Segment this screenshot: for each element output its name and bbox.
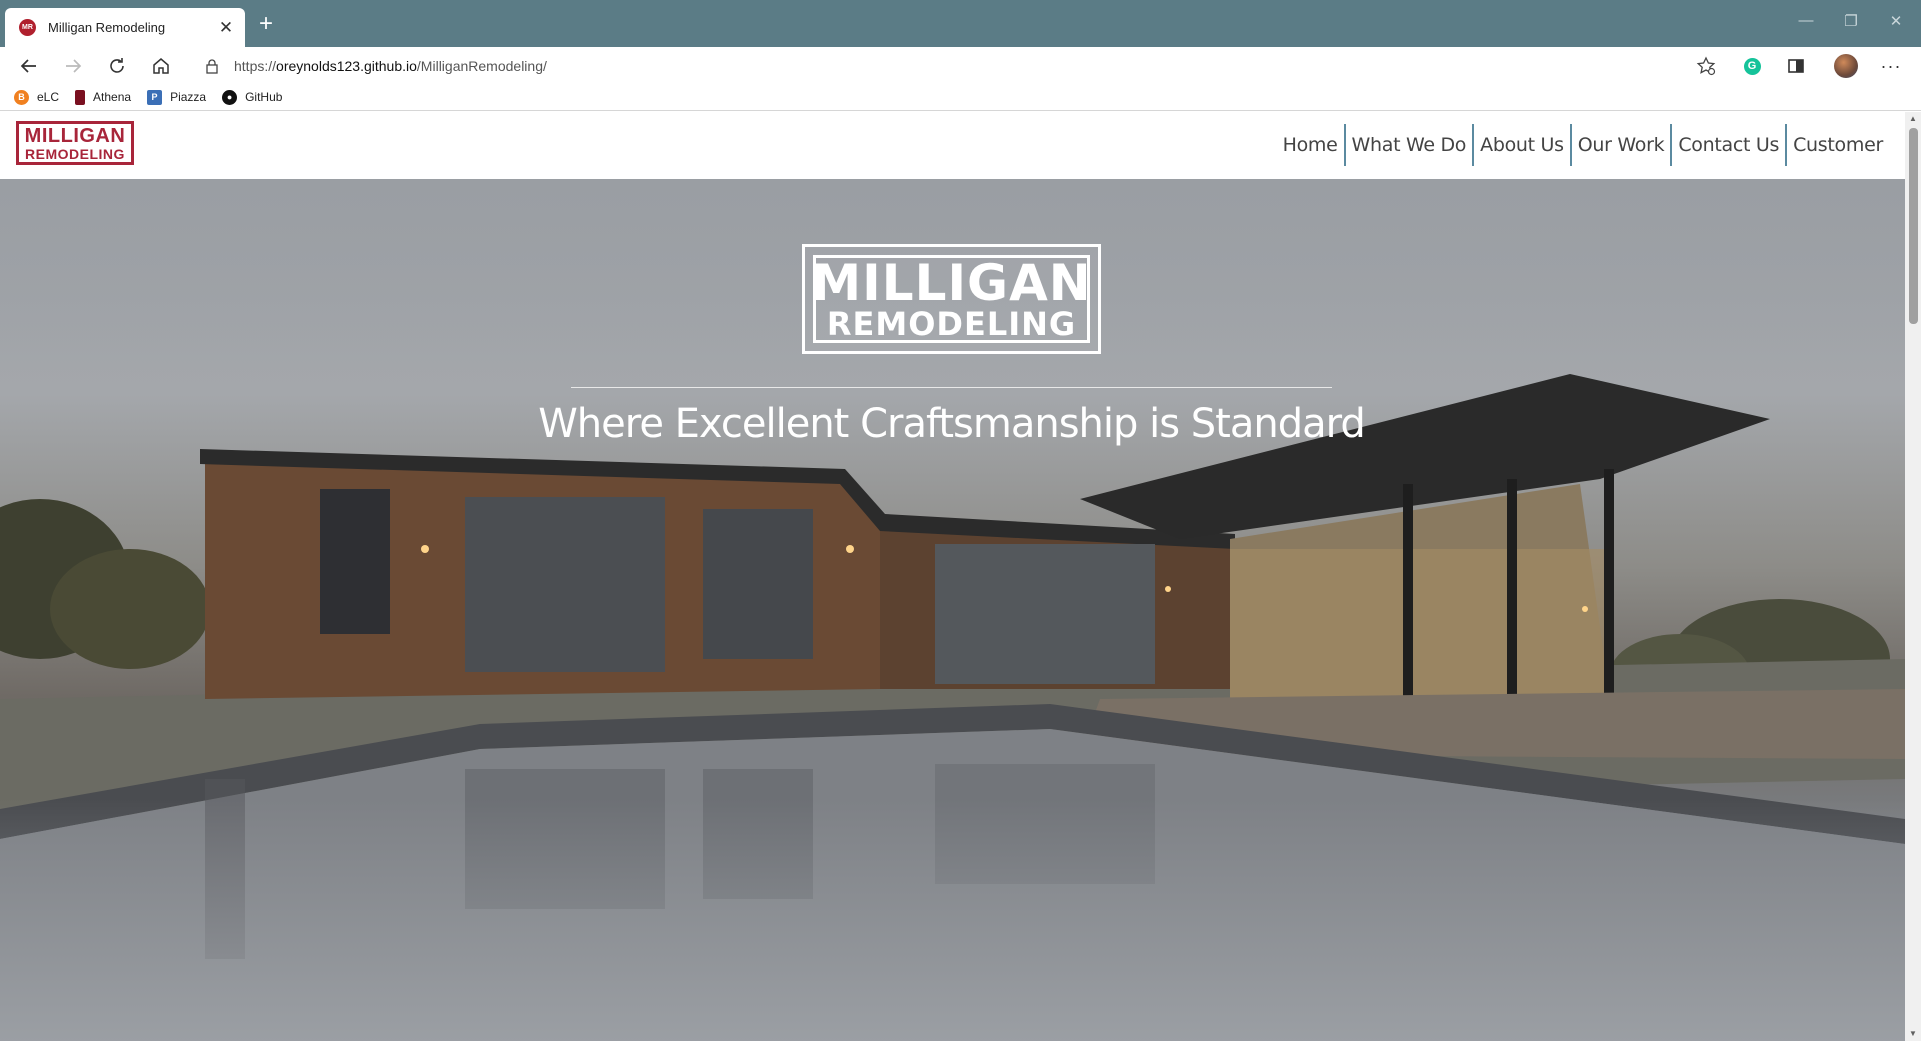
hero-divider — [571, 387, 1332, 388]
back-button[interactable] — [14, 51, 44, 81]
url-scheme: https:// — [234, 57, 277, 74]
restore-icon[interactable]: ❐ — [1841, 12, 1861, 30]
arrow-right-icon — [66, 59, 82, 73]
grammarly-extension-button[interactable]: G — [1737, 51, 1767, 81]
avatar — [1834, 54, 1858, 78]
nav-contact-us[interactable]: Contact Us — [1672, 124, 1785, 166]
lock-icon[interactable] — [203, 57, 221, 75]
settings-menu-button[interactable]: ··· — [1876, 51, 1906, 81]
tab-title: Milligan Remodeling — [48, 20, 166, 35]
grammarly-icon: G — [1743, 57, 1761, 75]
bookmark-label: Athena — [93, 90, 132, 104]
collections-button[interactable] — [1781, 51, 1811, 81]
collections-icon — [1788, 59, 1804, 73]
minimize-icon[interactable]: — — [1796, 12, 1816, 29]
scroll-up-icon[interactable]: ▲ — [1909, 115, 1917, 123]
profile-button[interactable] — [1831, 51, 1861, 81]
bookmark-label: eLC — [37, 90, 60, 104]
url-host: oreynolds123.github.io — [276, 57, 417, 74]
elc-icon: B — [14, 89, 29, 105]
nav-home[interactable]: Home — [1277, 124, 1344, 166]
bookmark-elc[interactable]: B eLC — [14, 89, 60, 105]
hero-section: MILLIGAN REMODELING Where Excellent Craf… — [0, 179, 1905, 1041]
nav-our-work[interactable]: Our Work — [1572, 124, 1671, 166]
website-viewport: MILLIGAN REMODELING Home What We Do Abou… — [0, 112, 1905, 1041]
arrow-left-icon — [20, 59, 36, 73]
url-text[interactable]: https://oreynolds123.github.io/MilliganR… — [234, 58, 547, 74]
bookmark-athena[interactable]: Athena — [75, 89, 132, 105]
scroll-thumb[interactable] — [1909, 128, 1918, 324]
logo-line2: REMODELING — [25, 145, 125, 162]
tab-strip: MR Milligan Remodeling ✕ + — ❐ ✕ — [0, 0, 1921, 47]
window-close-icon[interactable]: ✕ — [1886, 12, 1906, 30]
close-tab-icon[interactable]: ✕ — [217, 18, 235, 38]
hero-logo-line1: MILLIGAN — [811, 254, 1092, 312]
github-icon: ● — [222, 89, 238, 105]
address-bar[interactable]: https://oreynolds123.github.io/MilliganR… — [189, 50, 1724, 81]
bookmark-github[interactable]: ● GitHub — [222, 89, 283, 105]
hero-logo-line2: REMODELING — [826, 305, 1077, 343]
home-button[interactable] — [146, 51, 176, 81]
hero-logo: MILLIGAN REMODELING — [802, 244, 1101, 354]
home-icon — [153, 58, 169, 74]
nav-about-us[interactable]: About Us — [1474, 124, 1570, 166]
hero-tagline: Where Excellent Craftsmanship is Standar… — [538, 401, 1366, 447]
piazza-icon: P — [147, 89, 163, 105]
athena-icon — [75, 89, 86, 105]
site-logo[interactable]: MILLIGAN REMODELING — [16, 121, 134, 165]
add-favorite-icon[interactable] — [1696, 56, 1716, 76]
nav-what-we-do[interactable]: What We Do — [1346, 124, 1473, 166]
scroll-down-icon[interactable]: ▼ — [1909, 1030, 1917, 1038]
logo-line1: MILLIGAN — [24, 124, 126, 147]
refresh-button[interactable] — [102, 51, 132, 81]
site-header: MILLIGAN REMODELING Home What We Do Abou… — [0, 112, 1905, 179]
page-scrollbar[interactable]: ▲ ▼ — [1905, 112, 1921, 1041]
more-icon: ··· — [1880, 55, 1902, 76]
bookmarks-bar: B eLC Athena P Piazza ● GitHub — [0, 84, 1921, 111]
url-path: /MilliganRemodeling/ — [416, 57, 547, 74]
refresh-icon — [110, 58, 124, 73]
browser-toolbar: https://oreynolds123.github.io/MilliganR… — [0, 47, 1921, 84]
site-favicon-icon: MR — [19, 19, 36, 36]
forward-button[interactable] — [58, 51, 88, 81]
new-tab-button[interactable]: + — [252, 10, 280, 38]
bookmark-piazza[interactable]: P Piazza — [147, 89, 207, 105]
main-nav: Home What We Do About Us Our Work Contac… — [1277, 124, 1889, 166]
nav-customer[interactable]: Customer — [1787, 124, 1889, 166]
bookmark-label: GitHub — [245, 90, 283, 104]
browser-tab[interactable]: MR Milligan Remodeling ✕ — [5, 8, 245, 47]
bookmark-label: Piazza — [170, 90, 207, 104]
